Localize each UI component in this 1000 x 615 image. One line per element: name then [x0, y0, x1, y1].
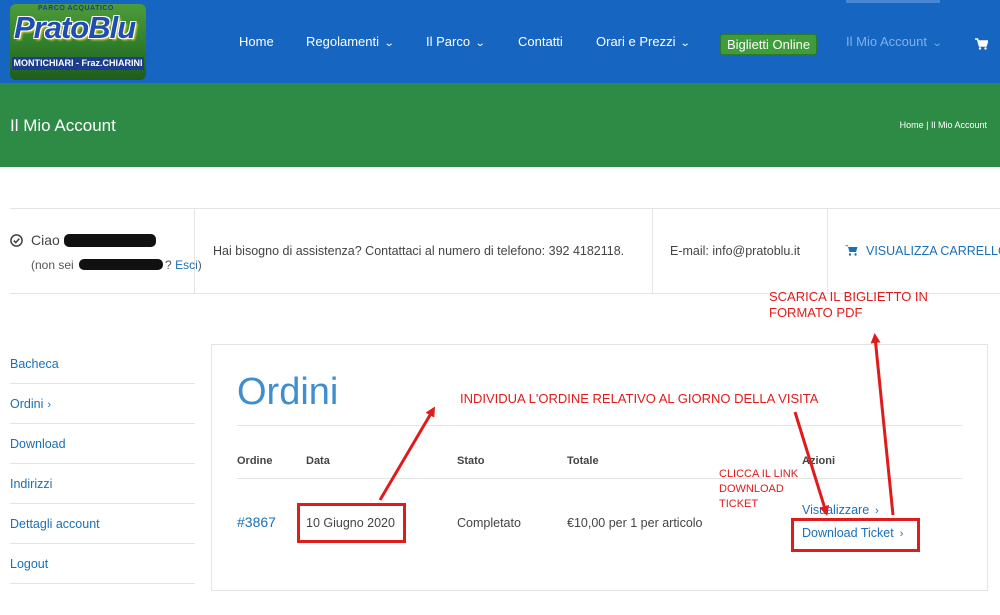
column-header-data: Data — [306, 455, 330, 467]
email-cell: E-mail: info@pratoblu.it — [653, 209, 828, 293]
orders-panel: Ordini Ordine Data Stato Totale Azioni #… — [211, 344, 988, 591]
annotation-find-order: INDIVIDUA L'ORDINE RELATIVO AL GIORNO DE… — [460, 391, 819, 406]
not-you-text: (non sei ? Esci) — [31, 258, 202, 272]
sidebar-item-label: Download — [10, 437, 66, 451]
nav-home[interactable]: Home — [239, 34, 274, 54]
annotation-download-pdf: SCARICA IL BIGLIETTO IN FORMATO PDF — [769, 289, 928, 322]
cart-cell: VISUALIZZA CARRELLO — [828, 209, 1000, 293]
sidebar-item-dettagli-account[interactable]: Dettagli account — [10, 504, 195, 544]
nav-il-parco[interactable]: Il Parco ⌄ — [426, 34, 486, 54]
chevron-down-icon: ⌄ — [680, 38, 692, 49]
column-header-azioni: Azioni — [802, 455, 835, 467]
chevron-right-icon: › — [47, 399, 52, 411]
email-text: E-mail: info@pratoblu.it — [670, 244, 801, 258]
nav-orari-prezzi[interactable]: Orari e Prezzi ⌄ — [596, 34, 692, 54]
nav-il-mio-account[interactable]: Il Mio Account ⌄ — [846, 34, 943, 54]
greeting-cell: Ciao (non sei ? Esci) — [10, 209, 202, 293]
sidebar-item-label: Dettagli account — [10, 517, 100, 531]
column-header-ordine: Ordine — [237, 455, 273, 467]
check-circle-icon — [10, 234, 23, 247]
nav-home-label: Home — [239, 34, 274, 49]
divider — [237, 425, 962, 426]
not-you-suffix: ? — [165, 258, 172, 272]
chevron-down-icon: ⌄ — [931, 38, 943, 49]
view-order-link[interactable]: Visualizzare › — [802, 503, 879, 517]
nav-contatti-label: Contatti — [518, 34, 563, 49]
greeting-text: Ciao — [31, 232, 156, 248]
divider — [237, 478, 962, 479]
annotation-line: CLICCA IL LINK — [719, 468, 799, 480]
shopping-cart-icon[interactable] — [975, 38, 988, 50]
active-nav-indicator — [846, 0, 940, 3]
nav-contatti[interactable]: Contatti — [518, 34, 563, 54]
page-title: Il Mio Account — [10, 116, 116, 135]
orders-title: Ordini — [237, 371, 339, 413]
view-cart-link[interactable]: VISUALIZZA CARRELLO — [845, 244, 1000, 258]
nav-biglietti-online-button[interactable]: Biglietti Online — [720, 34, 818, 55]
chevron-down-icon: ⌄ — [383, 38, 395, 49]
nav-orari-prezzi-label: Orari e Prezzi — [596, 34, 676, 49]
redacted-username — [79, 259, 164, 270]
redacted-username — [63, 234, 156, 247]
nav-il-parco-label: Il Parco — [426, 34, 471, 49]
sidebar-item-indirizzi[interactable]: Indirizzi — [10, 464, 195, 504]
column-header-totale: Totale — [567, 455, 599, 467]
view-order-label: Visualizzare — [802, 503, 870, 517]
sidebar-item-label: Ordini — [10, 397, 44, 411]
sidebar-item-label: Indirizzi — [10, 477, 53, 491]
account-sidebar: Bacheca Ordini › Download Indirizzi Detta… — [10, 344, 195, 584]
greeting-label: Ciao — [31, 232, 60, 248]
order-number-link[interactable]: #3867 — [237, 514, 276, 530]
annotation-line: FORMATO PDF — [769, 305, 863, 321]
account-info-row: Ciao (non sei ? Esci) Hai bisogno di ass… — [10, 208, 1000, 294]
assistance-text: Hai bisogno di assistenza? Contattaci al… — [213, 244, 625, 258]
site-header: PARCO ACQUATICO PratoBlu MONTICHIARI - F… — [0, 0, 1000, 83]
chevron-right-icon: › — [875, 505, 879, 517]
logo-wordmark: PratoBlu — [14, 10, 136, 45]
sidebar-item-label: Logout — [10, 557, 49, 571]
not-you-prefix: (non sei — [31, 258, 74, 272]
annotation-line: SCARICA IL BIGLIETTO IN — [769, 289, 928, 304]
sidebar-item-label: Bacheca — [10, 357, 59, 371]
logo-location-band: MONTICHIARI - Fraz.CHIARINI — [12, 57, 144, 70]
page-title-band — [0, 83, 1000, 167]
nav-il-mio-account-label: Il Mio Account — [846, 34, 927, 49]
annotation-line: TICKET — [719, 497, 759, 510]
view-cart-label: VISUALIZZA CARRELLO — [866, 244, 1000, 258]
breadcrumb[interactable]: Home | Il Mio Account — [900, 120, 987, 130]
chevron-down-icon: ⌄ — [474, 38, 486, 49]
highlight-box-download — [791, 518, 920, 552]
sidebar-item-download[interactable]: Download — [10, 424, 195, 464]
nav-regolamenti[interactable]: Regolamenti ⌄ — [306, 34, 395, 54]
highlight-box-date — [297, 503, 406, 543]
nav-regolamenti-label: Regolamenti — [306, 34, 379, 49]
site-logo[interactable]: PARCO ACQUATICO PratoBlu MONTICHIARI - F… — [10, 4, 146, 80]
annotation-line: DOWNLOAD — [719, 482, 784, 495]
column-header-stato: Stato — [457, 455, 485, 467]
sidebar-item-logout[interactable]: Logout — [10, 544, 195, 584]
assistance-cell: Hai bisogno di assistenza? Contattaci al… — [195, 209, 653, 293]
sidebar-item-bacheca[interactable]: Bacheca — [10, 344, 195, 384]
order-status: Completato — [457, 516, 521, 530]
sidebar-item-ordini[interactable]: Ordini › — [10, 384, 195, 424]
shopping-cart-icon — [845, 245, 858, 256]
order-total: €10,00 per 1 per articolo — [567, 516, 703, 530]
annotation-click-link: CLICCA IL LINK DOWNLOAD TICKET — [719, 467, 798, 512]
